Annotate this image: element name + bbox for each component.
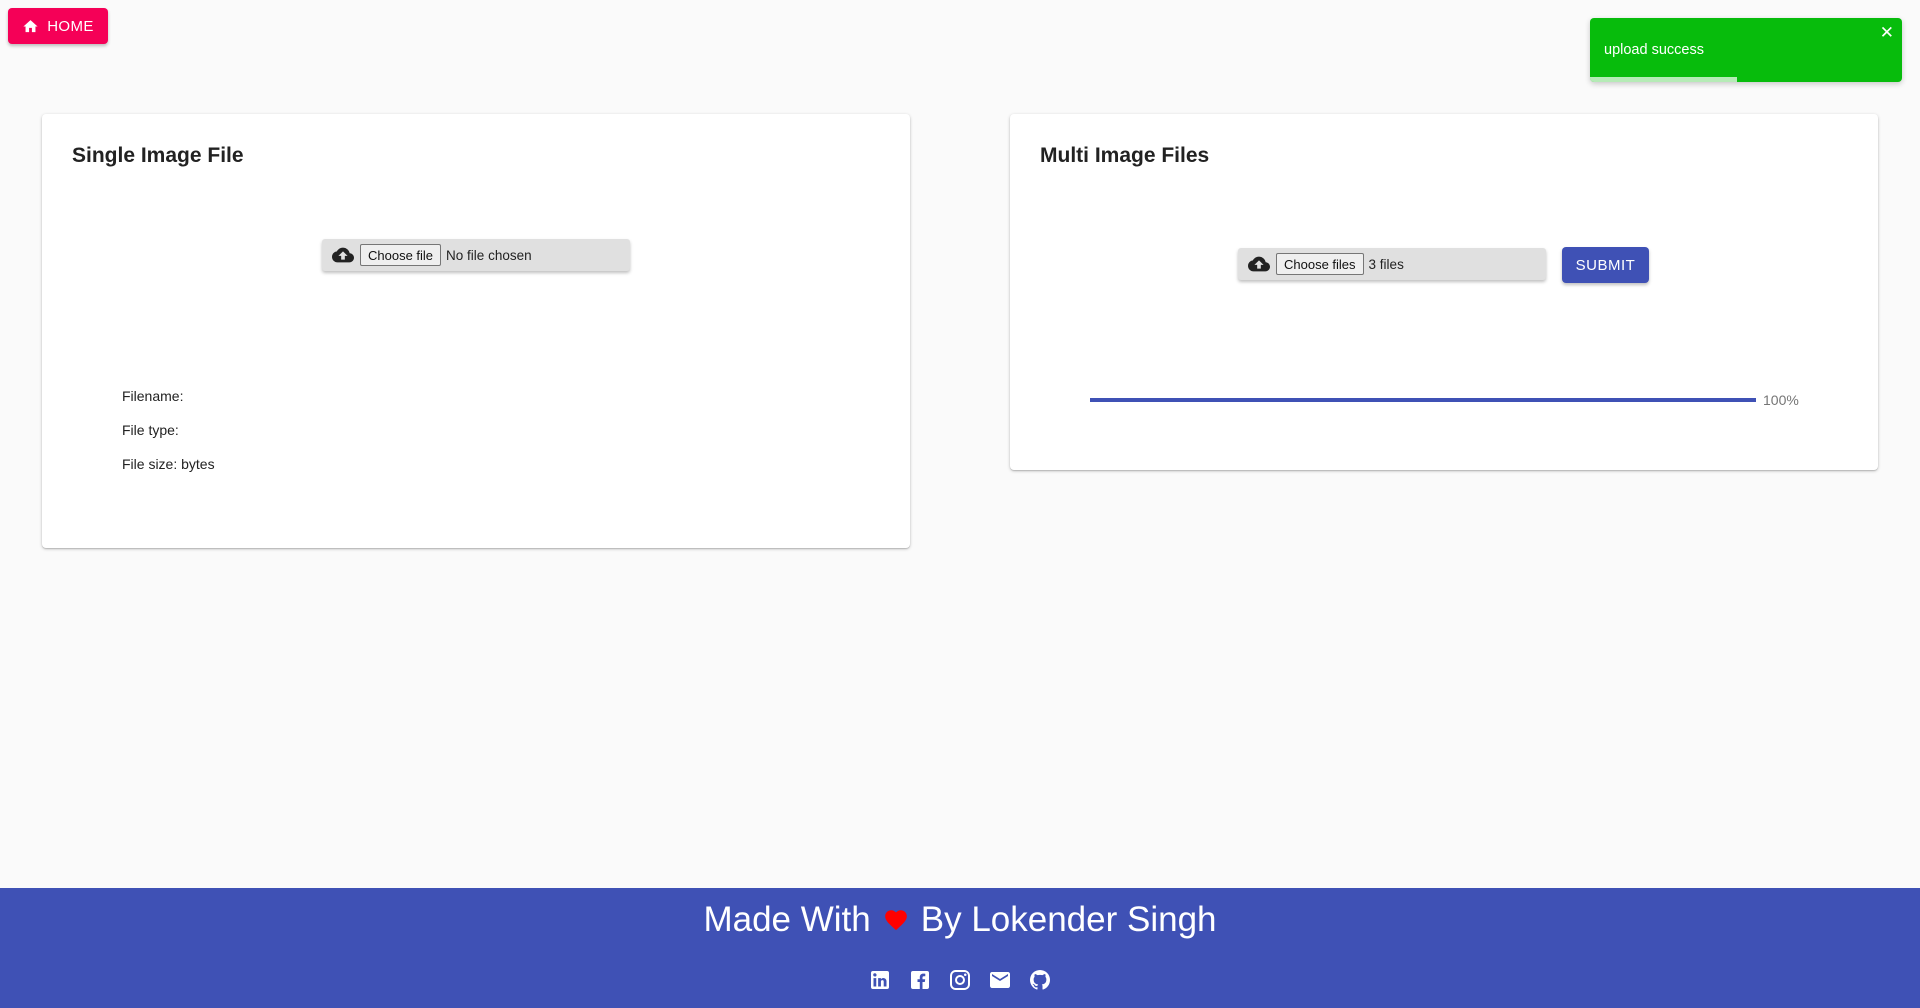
- progress-percent-label: 100%: [1763, 392, 1799, 408]
- filesize-label: File size: bytes: [122, 456, 215, 472]
- single-card-title: Single Image File: [72, 144, 244, 167]
- multi-card-title: Multi Image Files: [1040, 144, 1210, 167]
- close-icon[interactable]: ✕: [1880, 24, 1894, 41]
- linkedin-icon[interactable]: [868, 968, 892, 992]
- heart-icon: [884, 910, 907, 931]
- upload-progress-bar: [1090, 398, 1756, 402]
- single-image-card: Single Image File Choose file No file ch…: [42, 114, 910, 548]
- cloud-upload-icon: [1248, 256, 1270, 272]
- filename-label: Filename:: [122, 388, 184, 404]
- home-button-label: HOME: [47, 17, 94, 35]
- choose-files-button[interactable]: Choose files: [1276, 253, 1364, 275]
- choose-file-button[interactable]: Choose file: [360, 244, 442, 266]
- footer-credit: Made With By Lokender Singh: [0, 900, 1920, 940]
- facebook-icon[interactable]: [908, 968, 932, 992]
- multi-file-input[interactable]: Choose files 3 files: [1238, 248, 1546, 280]
- filetype-label: File type:: [122, 422, 179, 438]
- single-file-input[interactable]: Choose file No file chosen: [322, 239, 630, 271]
- toast-progress-bar: [1590, 77, 1737, 82]
- toast-message: upload success: [1604, 42, 1704, 58]
- email-icon[interactable]: [988, 968, 1012, 992]
- upload-progress-fill: [1090, 398, 1756, 402]
- submit-button[interactable]: SUBMIT: [1562, 247, 1649, 283]
- file-status-text: No file chosen: [446, 247, 532, 263]
- home-icon: [23, 19, 38, 32]
- github-icon[interactable]: [1028, 968, 1052, 992]
- footer: Made With By Lokender Singh: [0, 888, 1920, 1008]
- author-text: By Lokender Singh: [920, 900, 1217, 939]
- instagram-icon[interactable]: [948, 968, 972, 992]
- upload-toast: upload success ✕: [1590, 18, 1902, 82]
- files-status-text: 3 files: [1368, 256, 1404, 272]
- multi-image-card: Multi Image Files Choose files 3 files S…: [1010, 114, 1878, 470]
- home-button[interactable]: HOME: [8, 8, 108, 44]
- made-with-text: Made With: [703, 900, 871, 939]
- social-links: [0, 968, 1920, 992]
- cloud-upload-icon: [332, 247, 354, 263]
